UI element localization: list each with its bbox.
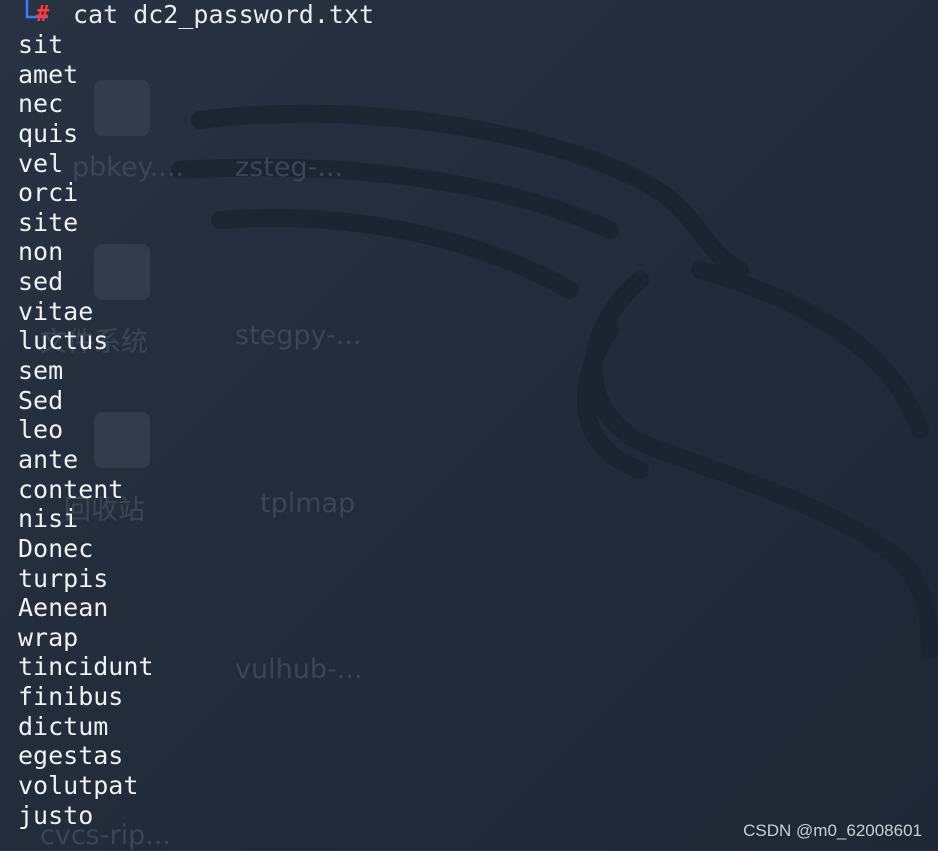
output-line: vel: [18, 148, 64, 178]
watermark: CSDN @m0_62008601: [743, 821, 922, 840]
output-line: ante: [18, 444, 79, 474]
output-line: non: [18, 237, 64, 267]
output-line: Sed: [18, 385, 64, 415]
output-line: amet: [18, 59, 79, 89]
output-line: sit: [18, 30, 64, 59]
command-output: sit amet nec quis vel orci site non sed …: [18, 30, 153, 830]
output-line: egestas: [18, 741, 124, 771]
output-line: nec: [18, 89, 64, 119]
output-line: quis: [18, 118, 79, 148]
output-line: vitae: [18, 296, 94, 326]
output-line: tincidunt: [18, 652, 154, 682]
output-line: luctus: [18, 326, 109, 356]
output-line: sed: [18, 267, 64, 297]
output-line: Donec: [18, 533, 94, 563]
terminal-window[interactable]: # cat dc2_password.txt sit amet nec quis…: [0, 0, 938, 850]
output-line: wrap: [18, 622, 79, 652]
output-line: Aenean: [18, 593, 109, 623]
output-line: orci: [18, 178, 79, 208]
output-line: content: [18, 474, 124, 504]
output-line: site: [18, 207, 79, 237]
output-line: justo: [18, 800, 94, 830]
output-line: dictum: [18, 711, 109, 741]
output-line: finibus: [18, 682, 124, 712]
output-line: nisi: [18, 504, 79, 534]
output-line: sem: [18, 356, 64, 386]
output-line: volutpat: [18, 771, 139, 801]
output-line: leo: [18, 415, 64, 445]
command-text: cat dc2_password.txt: [73, 0, 375, 29]
output-line: turpis: [18, 563, 109, 593]
prompt-symbol: #: [36, 2, 50, 27]
